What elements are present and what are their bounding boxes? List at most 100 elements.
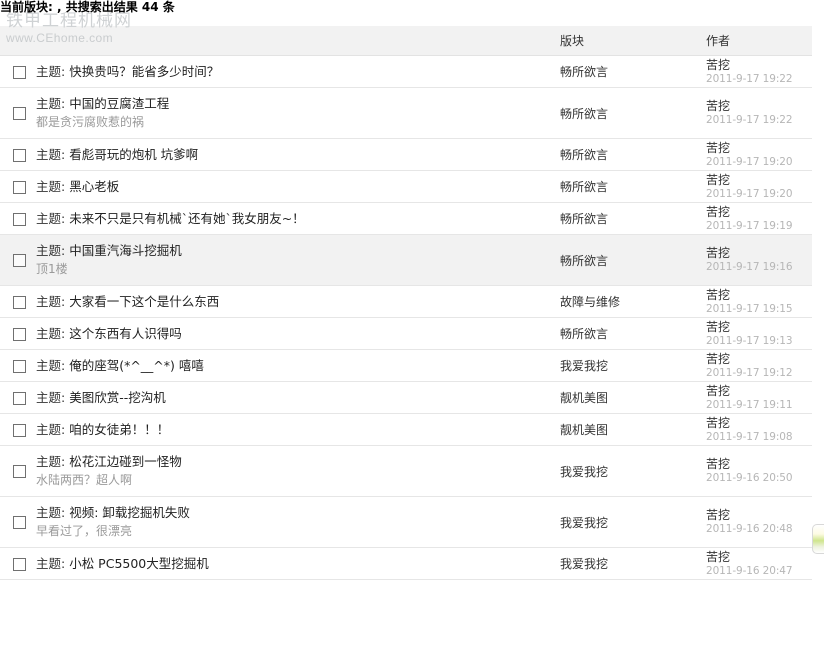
forum-name[interactable]: 畅所欲言	[554, 55, 700, 88]
thread-title[interactable]: 主题: 中国重汽海斗挖掘机	[36, 242, 554, 259]
thread-title-text[interactable]: 小松 PC5500大型挖掘机	[69, 556, 209, 571]
table-row[interactable]: 主题: 这个东西有人识得吗 畅所欲言 苦挖 2011-9-17 19:13	[0, 317, 812, 350]
table-row[interactable]: 主题: 未来不只是只有机械`还有她`我女朋友~！ 畅所欲言 苦挖 2011-9-17 …	[0, 202, 812, 235]
table-row[interactable]: 主题: 中国的豆腐渣工程 都是贪污腐败惹的祸 畅所欲言 苦挖 2011-9-17 19:…	[0, 87, 812, 139]
author-name[interactable]: 苦挖	[706, 288, 812, 303]
thread-title[interactable]: 主题: 快换贵吗？能省多少时间？	[36, 63, 554, 80]
forum-name[interactable]: 畅所欲言	[554, 87, 700, 139]
table-row[interactable]: 主题: 快换贵吗？能省多少时间？ 畅所欲言 苦挖 2011-9-17 19:22	[0, 55, 812, 88]
row-select-cell	[0, 381, 36, 414]
thread-title-prefix-label: 主题:	[36, 147, 66, 162]
author-name[interactable]: 苦挖	[706, 246, 812, 261]
row-select-checkbox[interactable]	[12, 107, 26, 120]
table-row[interactable]: 主题: 黑心老板 畅所欲言 苦挖 2011-9-17 19:20	[0, 170, 812, 203]
forum-name[interactable]: 我爱我挖	[554, 547, 700, 580]
thread-title-text[interactable]: 未来不只是只有机械`还有她`我女朋友~！	[69, 211, 304, 226]
author-name[interactable]: 苦挖	[706, 141, 812, 156]
row-select-checkbox[interactable]	[12, 359, 26, 373]
thread-title-text[interactable]: 中国重汽海斗挖掘机	[69, 243, 182, 258]
row-select-checkbox[interactable]	[12, 295, 26, 309]
thread-title-cell: 主题: 俺的座驾(*^__^*) 嘻嘻	[36, 349, 554, 382]
forum-name[interactable]: 我爱我挖	[554, 349, 700, 382]
row-select-checkbox[interactable]	[12, 516, 26, 529]
post-timestamp: 2011-9-17 19:08	[706, 430, 793, 443]
table-row[interactable]: 主题: 视频: 卸载挖掘机失败 早看过了，很漂亮 我爱我挖 苦挖 2011-9-16 2…	[0, 496, 812, 548]
thread-title-cell: 主题: 松花江边碰到一怪物 水陆两西？超人啊	[36, 445, 554, 497]
table-row[interactable]: 主题: 大家看一下这个是什么东西 故障与维修 苦挖 2011-9-17 19:15	[0, 285, 812, 318]
forum-name[interactable]: 靓机美图	[554, 413, 700, 446]
thread-title-prefix-label: 主题:	[36, 64, 66, 79]
author-name[interactable]: 苦挖	[706, 457, 812, 472]
forum-name[interactable]: 畅所欲言	[554, 170, 700, 203]
thread-title[interactable]: 主题: 未来不只是只有机械`还有她`我女朋友~！	[36, 210, 554, 227]
thread-title[interactable]: 主题: 俺的座驾(*^__^*) 嘻嘻	[36, 357, 554, 374]
thread-title[interactable]: 主题: 美图欣赏--挖沟机	[36, 389, 554, 406]
author-name[interactable]: 苦挖	[706, 205, 812, 220]
author-name[interactable]: 苦挖	[706, 416, 812, 431]
thread-title-text[interactable]: 快换贵吗？能省多少时间？	[69, 64, 219, 79]
table-row[interactable]: 主题: 小松 PC5500大型挖掘机 我爱我挖 苦挖 2011-9-16 20:47	[0, 547, 812, 580]
forum-name[interactable]: 我爱我挖	[554, 445, 700, 497]
thread-title[interactable]: 主题: 视频: 卸载挖掘机失败	[36, 504, 554, 521]
thread-title-text[interactable]: 中国的豆腐渣工程	[69, 96, 169, 111]
row-select-checkbox[interactable]	[12, 327, 26, 341]
thread-title-text[interactable]: 视频: 卸载挖掘机失败	[69, 505, 190, 520]
forum-name[interactable]: 故障与维修	[554, 285, 700, 318]
row-select-checkbox[interactable]	[12, 148, 26, 162]
table-row[interactable]: 主题: 中国重汽海斗挖掘机 顶1楼 畅所欲言 苦挖 2011-9-17 19:16	[0, 234, 812, 286]
author-name[interactable]: 苦挖	[706, 99, 812, 114]
author-cell: 苦挖 2011-9-17 19:12	[700, 349, 812, 382]
thread-title-text[interactable]: 咱的女徒弟！！！	[69, 422, 169, 437]
table-header: 版块 作者	[0, 26, 812, 56]
side-panel-handle[interactable]	[812, 524, 824, 554]
table-row[interactable]: 主题: 美图欣赏--挖沟机 靓机美图 苦挖 2011-9-17 19:11	[0, 381, 812, 414]
row-select-checkbox[interactable]	[12, 423, 26, 437]
row-select-checkbox[interactable]	[12, 212, 26, 226]
row-select-checkbox[interactable]	[12, 557, 26, 571]
table-body: 主题: 快换贵吗？能省多少时间？ 畅所欲言 苦挖 2011-9-17 19:22 主题:…	[0, 55, 812, 580]
thread-title-text[interactable]: 松花江边碰到一怪物	[69, 454, 182, 469]
author-name[interactable]: 苦挖	[706, 550, 812, 565]
table-row[interactable]: 主题: 咱的女徒弟！！！ 靓机美图 苦挖 2011-9-17 19:08	[0, 413, 812, 446]
author-name[interactable]: 苦挖	[706, 508, 812, 523]
post-timestamp: 2011-9-17 19:20	[706, 187, 793, 200]
table-row[interactable]: 主题: 俺的座驾(*^__^*) 嘻嘻 我爱我挖 苦挖 2011-9-17 19:12	[0, 349, 812, 382]
thread-title-text[interactable]: 黑心老板	[69, 179, 119, 194]
thread-title-cell: 主题: 黑心老板	[36, 170, 554, 203]
author-name[interactable]: 苦挖	[706, 352, 812, 367]
row-select-cell	[0, 87, 36, 139]
forum-name[interactable]: 畅所欲言	[554, 234, 700, 286]
forum-name[interactable]: 靓机美图	[554, 381, 700, 414]
thread-title-text[interactable]: 看彪哥玩的炮机 坑爹啊	[69, 147, 198, 162]
thread-title[interactable]: 主题: 这个东西有人识得吗	[36, 325, 554, 342]
thread-title[interactable]: 主题: 大家看一下这个是什么东西	[36, 293, 554, 310]
thread-title[interactable]: 主题: 咱的女徒弟！！！	[36, 421, 554, 438]
thread-title[interactable]: 主题: 小松 PC5500大型挖掘机	[36, 555, 554, 572]
forum-name[interactable]: 我爱我挖	[554, 496, 700, 548]
thread-title[interactable]: 主题: 中国的豆腐渣工程	[36, 95, 554, 112]
author-name[interactable]: 苦挖	[706, 58, 812, 73]
table-row[interactable]: 主题: 看彪哥玩的炮机 坑爹啊 畅所欲言 苦挖 2011-9-17 19:20	[0, 138, 812, 171]
author-name[interactable]: 苦挖	[706, 173, 812, 188]
row-select-cell	[0, 234, 36, 286]
thread-title[interactable]: 主题: 黑心老板	[36, 178, 554, 195]
thread-title-text[interactable]: 美图欣赏--挖沟机	[69, 390, 166, 405]
author-cell: 苦挖 2011-9-16 20:50	[700, 445, 812, 497]
thread-title-text[interactable]: 这个东西有人识得吗	[69, 326, 182, 341]
row-select-checkbox[interactable]	[12, 391, 26, 405]
author-cell: 苦挖 2011-9-17 19:22	[700, 87, 812, 139]
thread-title[interactable]: 主题: 松花江边碰到一怪物	[36, 453, 554, 470]
row-select-checkbox[interactable]	[12, 254, 26, 267]
table-row[interactable]: 主题: 松花江边碰到一怪物 水陆两西？超人啊 我爱我挖 苦挖 2011-9-16 20:…	[0, 445, 812, 497]
author-name[interactable]: 苦挖	[706, 384, 812, 399]
row-select-checkbox[interactable]	[12, 180, 26, 194]
forum-name[interactable]: 畅所欲言	[554, 202, 700, 235]
author-name[interactable]: 苦挖	[706, 320, 812, 335]
thread-title-text[interactable]: 大家看一下这个是什么东西	[69, 294, 219, 309]
forum-name[interactable]: 畅所欲言	[554, 138, 700, 171]
row-select-checkbox[interactable]	[12, 465, 26, 478]
row-select-checkbox[interactable]	[12, 65, 26, 79]
thread-title-text[interactable]: 俺的座驾(*^__^*) 嘻嘻	[69, 358, 204, 373]
thread-title[interactable]: 主题: 看彪哥玩的炮机 坑爹啊	[36, 146, 554, 163]
forum-name[interactable]: 畅所欲言	[554, 317, 700, 350]
